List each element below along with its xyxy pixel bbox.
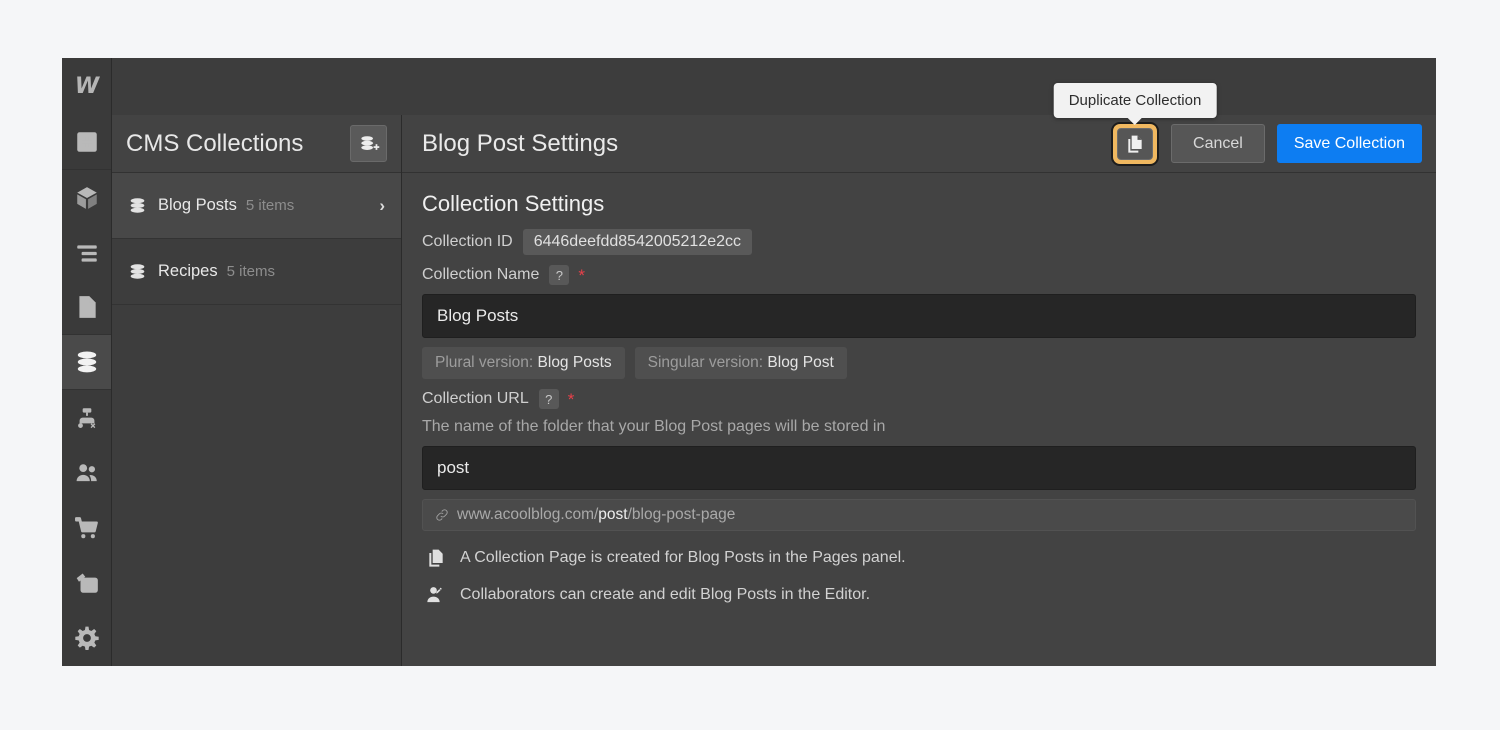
duplicate-collection-wrap: Duplicate Collection <box>1111 122 1159 166</box>
add-collection-button[interactable] <box>350 125 387 162</box>
version-chips-row: Plural version: Blog Posts Singular vers… <box>422 347 1416 379</box>
add-element-icon <box>74 129 100 155</box>
info-text: Collaborators can create and edit Blog P… <box>460 586 870 604</box>
settings-form: Collection Settings Collection ID 6446de… <box>402 173 1436 666</box>
help-question-icon[interactable]: ? <box>539 389 559 409</box>
cms-collections-panel: CMS Collections Blog <box>112 115 402 666</box>
focus-ring <box>1111 122 1159 166</box>
duplicate-collection-tooltip: Duplicate Collection <box>1054 83 1217 118</box>
collection-name-label-row: Collection Name ? * <box>422 265 1416 285</box>
top-bar-empty <box>112 58 1436 115</box>
collection-url-helper-text: The name of the folder that your Blog Po… <box>422 418 1416 436</box>
collection-id-row: Collection ID 6446deefdd8542005212e2cc <box>422 229 1416 255</box>
webflow-logo-button[interactable]: W <box>62 58 112 115</box>
url-preview-suffix: /blog-post-page <box>628 506 736 524</box>
sidebar-item-ecommerce[interactable] <box>62 500 111 555</box>
add-collection-icon <box>358 133 380 155</box>
save-collection-button[interactable]: Save Collection <box>1277 124 1422 163</box>
sidebar-item-users[interactable] <box>62 445 111 500</box>
plural-version-chip[interactable]: Plural version: Blog Posts <box>422 347 625 379</box>
singular-version-label: Singular version: <box>648 354 763 371</box>
collection-settings-panel: Blog Post Settings Duplicate Collection <box>402 115 1436 666</box>
top-strip: W <box>62 58 1436 115</box>
url-preview-prefix: www.acoolblog.com/ <box>457 506 598 524</box>
cms-database-icon <box>128 196 147 215</box>
pages-document-icon <box>74 294 100 320</box>
sidebar-item-assets[interactable] <box>62 555 111 610</box>
url-preview-slug: post <box>598 506 627 524</box>
ecommerce-cart-icon <box>74 515 100 541</box>
collection-item-count: 5 items <box>227 263 385 280</box>
collections-panel-title: CMS Collections <box>126 130 350 158</box>
sidebar-item-pages[interactable] <box>62 280 111 335</box>
url-preview: www.acoolblog.com/post/blog-post-page <box>422 499 1416 531</box>
symbols-sitemap-icon <box>74 405 100 431</box>
plural-version-value: Blog Posts <box>538 354 612 371</box>
duplicate-copy-icon <box>1125 134 1145 154</box>
cms-database-icon <box>74 349 100 375</box>
collections-panel-header: CMS Collections <box>112 115 401 173</box>
sidebar-item-symbols[interactable] <box>62 390 111 445</box>
pages-document-icon <box>426 548 446 568</box>
collection-url-input[interactable] <box>422 446 1416 490</box>
cancel-button[interactable]: Cancel <box>1171 124 1265 163</box>
section-title: Collection Settings <box>422 191 1416 217</box>
help-question-icon[interactable]: ? <box>549 265 569 285</box>
collection-row-recipes[interactable]: Recipes 5 items <box>112 239 401 305</box>
sidebar-item-settings[interactable] <box>62 610 111 665</box>
singular-version-chip[interactable]: Singular version: Blog Post <box>635 347 847 379</box>
webflow-logo-w-icon: W <box>75 74 98 99</box>
info-row-collaborators: Collaborators can create and edit Blog P… <box>422 585 1416 605</box>
navigator-icon <box>74 240 100 266</box>
settings-gear-icon <box>74 625 100 651</box>
required-asterisk-icon: * <box>568 391 575 408</box>
users-people-icon <box>74 460 100 486</box>
collection-item-count: 5 items <box>246 197 379 214</box>
link-chain-icon <box>435 508 449 522</box>
info-row-collection-page: A Collection Page is created for Blog Po… <box>422 548 1416 568</box>
plural-version-label: Plural version: <box>435 354 533 371</box>
webflow-designer-window: W <box>62 58 1436 666</box>
assets-images-icon <box>74 570 100 596</box>
components-box-icon <box>74 185 100 211</box>
collection-name: Recipes <box>158 262 218 281</box>
collection-url-label: Collection URL <box>422 390 529 408</box>
settings-header: Blog Post Settings Duplicate Collection <box>402 115 1436 173</box>
collection-id-value[interactable]: 6446deefdd8542005212e2cc <box>523 229 752 255</box>
sidebar-item-components[interactable] <box>62 170 111 225</box>
collection-url-label-row: Collection URL ? * <box>422 389 1416 409</box>
page-title: Blog Post Settings <box>422 130 1111 158</box>
singular-version-value: Blog Post <box>767 354 833 371</box>
editor-user-icon <box>426 585 446 605</box>
collection-row-blog-posts[interactable]: Blog Posts 5 items › <box>112 173 401 239</box>
cms-database-icon <box>128 262 147 281</box>
collection-name: Blog Posts <box>158 196 237 215</box>
info-text: A Collection Page is created for Blog Po… <box>460 549 906 567</box>
sidebar-item-cms[interactable] <box>62 335 111 390</box>
body-row: CMS Collections Blog <box>62 115 1436 666</box>
sidebar-item-add[interactable] <box>62 115 111 170</box>
left-icon-rail <box>62 115 112 666</box>
collection-id-label: Collection ID <box>422 233 513 251</box>
collection-name-input[interactable] <box>422 294 1416 338</box>
sidebar-item-navigator[interactable] <box>62 225 111 280</box>
chevron-right-icon[interactable]: › <box>379 196 385 216</box>
collection-name-label: Collection Name <box>422 266 539 284</box>
duplicate-collection-button[interactable] <box>1117 128 1153 160</box>
required-asterisk-icon: * <box>578 267 585 284</box>
